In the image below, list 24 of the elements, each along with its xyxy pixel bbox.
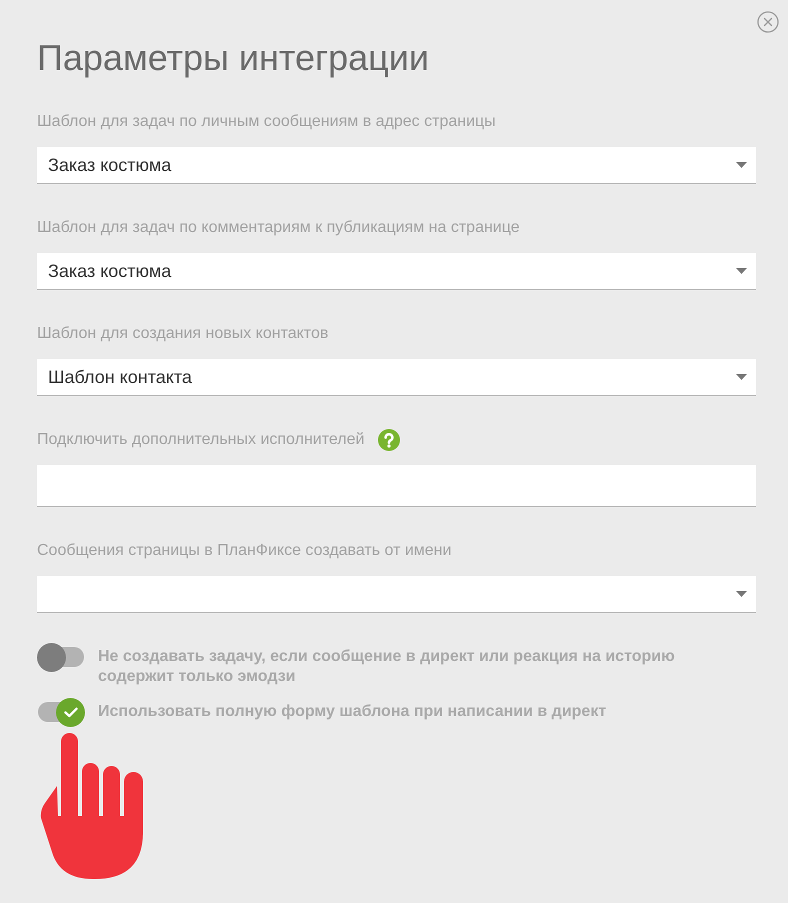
field-label: Шаблон для создания новых контактов [37, 324, 328, 344]
field-label: Подключить дополнительных исполнителей [37, 430, 364, 450]
toggle-label: Не создавать задачу, если сообщение в директ или реакция на историю содержит только эмодзи [98, 647, 676, 687]
dropdown-field[interactable]: Заказ костюма [37, 253, 756, 290]
pointing-hand-icon [40, 733, 143, 880]
field-label: Сообщения страницы в ПланФиксе создавать от имени [37, 541, 452, 561]
field-label: Шаблон для задач по комментариям к публикациям на странице [37, 218, 520, 238]
dropdown-field[interactable]: Заказ костюма [37, 147, 756, 184]
toggle-switch[interactable] [37, 642, 86, 672]
close-button[interactable] [757, 11, 779, 33]
dropdown-caret-icon [736, 591, 747, 597]
dropdown-field[interactable]: Шаблон контакта [37, 359, 756, 396]
input-field[interactable] [37, 465, 756, 507]
dialog-title: Параметры интеграции [37, 36, 430, 80]
close-icon [757, 11, 779, 33]
toggle-label: Использовать полную форму шаблона при написании в директ [98, 702, 606, 722]
dropdown-caret-icon [736, 162, 747, 168]
field-label: Шаблон для задач по личным сообщениям в адрес страницы [37, 112, 496, 132]
dropdown-caret-icon [736, 268, 747, 274]
help-icon[interactable] [378, 429, 400, 451]
dropdown-caret-icon [736, 374, 747, 380]
check-icon [64, 707, 78, 718]
toggle-switch[interactable] [37, 697, 86, 727]
dropdown-field[interactable] [37, 576, 756, 613]
